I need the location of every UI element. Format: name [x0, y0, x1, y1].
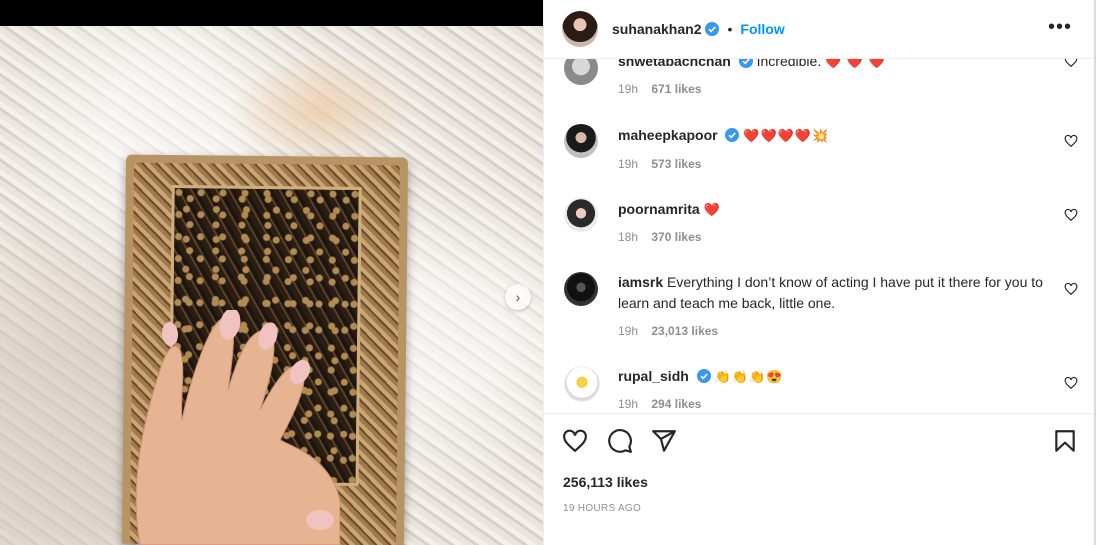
- comment-emoji: ❤️❤️❤️❤️💥: [743, 128, 830, 143]
- comment-emoji: 👏👏👏😍: [714, 369, 784, 384]
- comment-text: rupal_sidh 👏👏👏😍: [618, 366, 1048, 387]
- comment-meta: 19h 671 likes: [618, 82, 701, 96]
- comment-meta: 19h 23,013 likes: [618, 324, 718, 338]
- comment-username[interactable]: iamsrk: [618, 274, 663, 290]
- comment-username[interactable]: maheepkapoor: [618, 127, 718, 143]
- comment-username[interactable]: shwetabachchan: [618, 59, 731, 69]
- comment-emoji: ❤️: [703, 202, 721, 217]
- verified-badge-icon: [705, 22, 720, 36]
- image-light-area: [230, 56, 410, 166]
- comments-list[interactable]: shwetabachchan Incredible. ❤️ ❤️ ❤️ 19h …: [544, 59, 1094, 413]
- commenter-avatar[interactable]: [564, 198, 598, 232]
- header-separator: •: [727, 21, 733, 37]
- heart-icon[interactable]: [1064, 208, 1078, 222]
- comment-emoji: ❤️ ❤️ ❤️: [825, 59, 886, 69]
- image-hand: [135, 310, 340, 545]
- section-divider: [544, 413, 1094, 414]
- comment-meta: 19h 294 likes: [618, 397, 701, 411]
- follow-button[interactable]: Follow: [740, 21, 784, 37]
- commenter-avatar[interactable]: [564, 272, 598, 306]
- comment-likes[interactable]: 23,013 likes: [651, 324, 718, 338]
- comment-likes[interactable]: 573 likes: [651, 157, 701, 171]
- bookmark-icon[interactable]: [1052, 428, 1078, 454]
- commenter-avatar[interactable]: [564, 59, 598, 85]
- chevron-right-icon: ›: [515, 289, 521, 305]
- heart-icon[interactable]: [562, 428, 588, 454]
- author-username[interactable]: suhanakhan2: [612, 21, 701, 37]
- post-media[interactable]: ›: [0, 0, 543, 545]
- heart-icon[interactable]: [1064, 282, 1078, 296]
- comment-time: 19h: [618, 324, 639, 338]
- heart-icon[interactable]: [1064, 376, 1078, 390]
- post-likes-count[interactable]: 256,113 likes: [563, 474, 648, 490]
- verified-badge-icon: [696, 369, 711, 383]
- post-actions: [544, 424, 1094, 460]
- verified-badge-icon: [725, 128, 740, 142]
- comment-body: Everything I don’t know of acting I have…: [618, 274, 1043, 311]
- author-avatar[interactable]: [562, 11, 598, 47]
- post-header: suhanakhan2 • Follow •••: [544, 0, 1094, 59]
- comment-likes[interactable]: 294 likes: [651, 397, 701, 411]
- comment-meta: 19h 573 likes: [618, 157, 701, 171]
- comment-text: iamsrk Everything I don’t know of acting…: [618, 272, 1048, 314]
- heart-icon[interactable]: [1064, 59, 1078, 68]
- share-icon[interactable]: [651, 428, 677, 454]
- verified-badge-icon: [738, 59, 753, 68]
- comment-text: shwetabachchan Incredible. ❤️ ❤️ ❤️: [618, 59, 1048, 72]
- comment-time: 19h: [618, 157, 639, 171]
- comment-text: poornamrita ❤️: [618, 199, 1048, 220]
- comment-body: Incredible.: [756, 59, 822, 69]
- next-media-button[interactable]: ›: [505, 284, 531, 310]
- post-side-panel: suhanakhan2 • Follow ••• shwetabachchan …: [543, 0, 1096, 545]
- comment-time: 18h: [618, 230, 639, 244]
- commenter-avatar[interactable]: [564, 366, 600, 402]
- comment-likes[interactable]: 671 likes: [651, 82, 701, 96]
- more-options-icon[interactable]: •••: [1048, 16, 1072, 39]
- comment-time: 19h: [618, 397, 639, 411]
- comment-time: 19h: [618, 82, 639, 96]
- comment-username[interactable]: poornamrita: [618, 201, 700, 217]
- comment-meta: 18h 370 likes: [618, 230, 701, 244]
- comment-likes[interactable]: 370 likes: [651, 230, 701, 244]
- post-timestamp[interactable]: 19 HOURS AGO: [563, 503, 641, 514]
- comment-text: maheepkapoor ❤️❤️❤️❤️💥: [618, 125, 1048, 146]
- comment-username[interactable]: rupal_sidh: [618, 368, 689, 384]
- comment-icon[interactable]: [607, 428, 633, 454]
- heart-icon[interactable]: [1064, 134, 1078, 148]
- media-top-bar: [0, 0, 543, 26]
- commenter-avatar[interactable]: [564, 124, 598, 158]
